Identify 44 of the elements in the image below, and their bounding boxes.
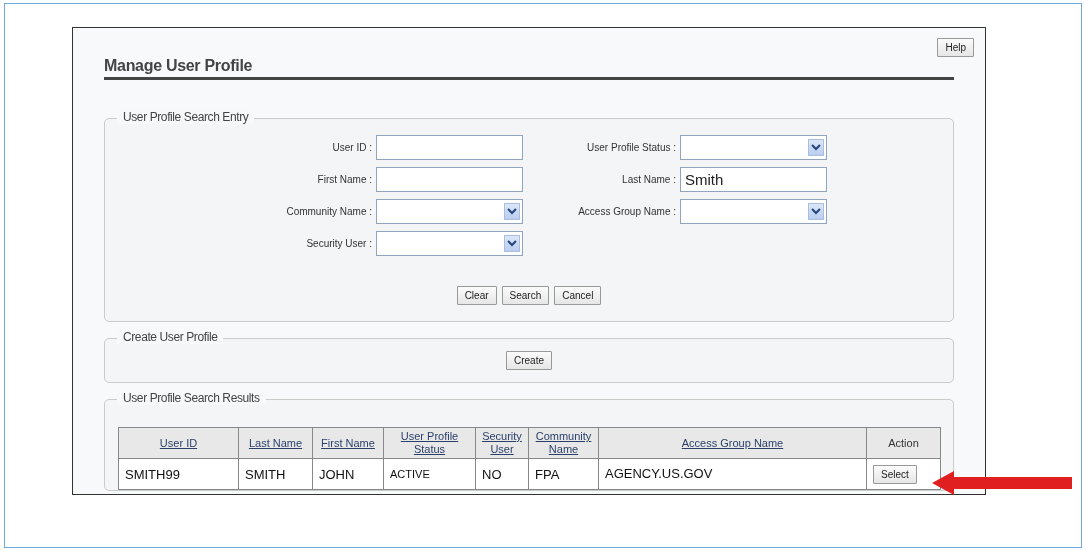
column-header: Action: [866, 427, 941, 459]
pointer-arrow-icon: [932, 471, 1072, 495]
dropdown-field[interactable]: [680, 199, 827, 224]
field-label: User ID :: [331, 142, 372, 153]
form-button[interactable]: Cancel: [554, 286, 602, 305]
column-header-link[interactable]: Access Group Name: [598, 427, 867, 459]
table-cell: JOHN: [312, 458, 384, 490]
chevron-down-icon[interactable]: [504, 235, 520, 252]
dropdown-field[interactable]: [376, 231, 523, 256]
form-button[interactable]: Search: [501, 286, 550, 305]
column-header-link[interactable]: Last Name: [238, 427, 313, 459]
column-header-link[interactable]: Community Name: [528, 427, 599, 459]
chevron-down-icon[interactable]: [504, 203, 520, 220]
table-cell: FPA: [528, 458, 599, 490]
table-cell: AGENCY.US.GOV: [598, 458, 867, 490]
table-cell: NO: [475, 458, 529, 490]
chevron-down-icon[interactable]: [808, 203, 824, 220]
field-label: Last Name :: [621, 174, 676, 185]
column-header-link[interactable]: User ID: [118, 427, 239, 459]
table-cell: SMITH: [238, 458, 313, 490]
text-field[interactable]: [376, 167, 523, 192]
text-field[interactable]: Smith: [680, 167, 827, 192]
field-label: User Profile Status :: [586, 142, 676, 153]
field-label: Security User :: [305, 238, 372, 249]
group-legend: User Profile Search Results: [117, 391, 266, 405]
group-legend: Create User Profile: [117, 330, 224, 344]
dropdown-field[interactable]: [376, 199, 523, 224]
chevron-down-icon[interactable]: [808, 139, 824, 156]
table-cell: SMITH99: [118, 458, 239, 490]
column-header-link[interactable]: First Name: [312, 427, 384, 459]
field-label: Access Group Name :: [577, 206, 676, 217]
select-button[interactable]: Select: [873, 464, 917, 484]
column-header-link[interactable]: User Profile Status: [383, 427, 476, 459]
group-legend: User Profile Search Entry: [117, 110, 255, 124]
dropdown-field[interactable]: [680, 135, 827, 160]
column-header-link[interactable]: Security User: [475, 427, 529, 459]
field-label: Community Name :: [285, 206, 372, 217]
help-button[interactable]: Help: [937, 38, 974, 57]
create-button[interactable]: Create: [506, 351, 552, 370]
field-label: First Name :: [316, 174, 372, 185]
page-title: Manage User Profile: [104, 57, 954, 80]
text-field[interactable]: [376, 135, 523, 160]
table-cell: ACTIVE: [383, 458, 476, 490]
form-button[interactable]: Clear: [456, 286, 497, 305]
